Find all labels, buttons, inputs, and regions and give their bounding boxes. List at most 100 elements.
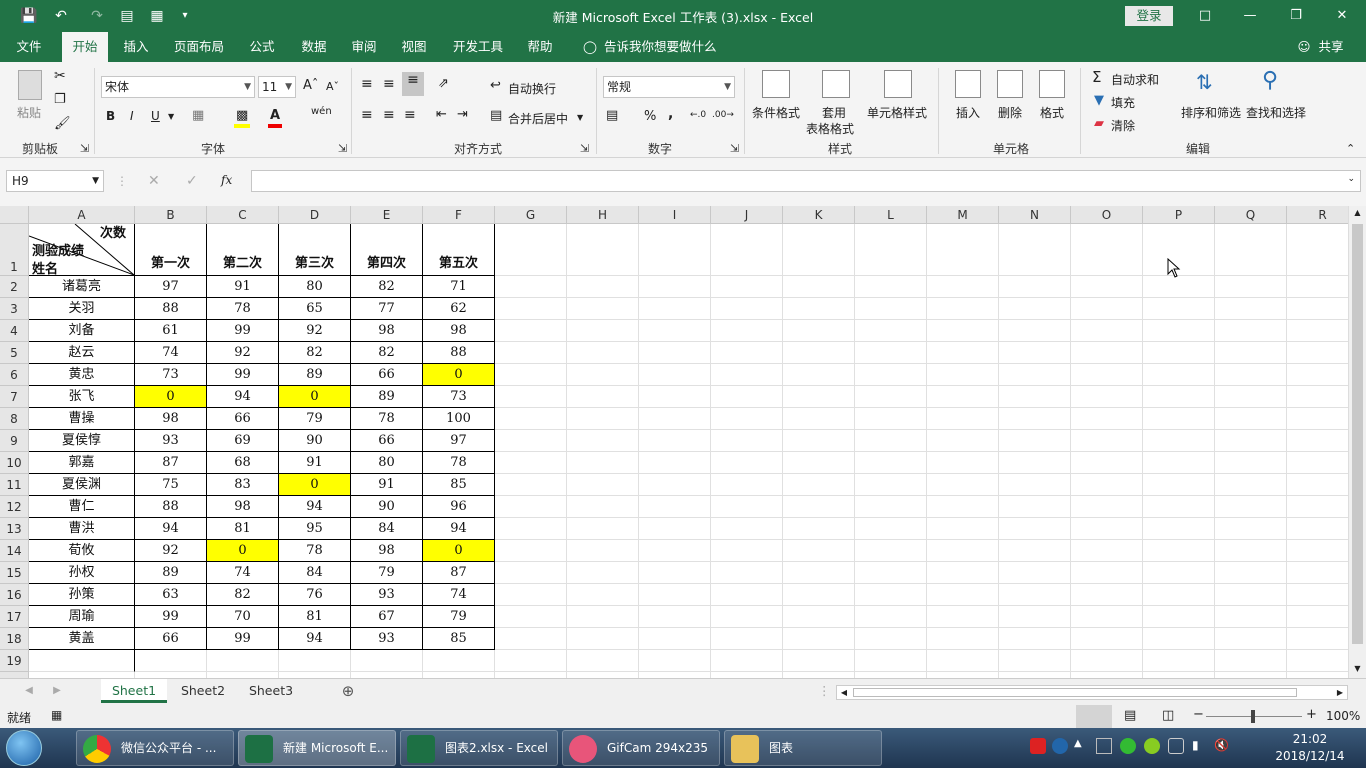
grid-cell[interactable] bbox=[639, 408, 711, 430]
grid-cell[interactable] bbox=[567, 364, 639, 386]
grid-cell[interactable] bbox=[855, 320, 927, 342]
score-cell[interactable]: 92 bbox=[279, 320, 351, 342]
score-cell[interactable]: 76 bbox=[279, 584, 351, 606]
monitor-tray-icon[interactable] bbox=[1096, 738, 1112, 754]
score-cell[interactable]: 78 bbox=[207, 298, 279, 320]
vertical-scrollbar[interactable]: ▲ ▼ bbox=[1348, 206, 1366, 678]
grid-cell[interactable] bbox=[999, 224, 1071, 276]
grid-cell[interactable] bbox=[855, 584, 927, 606]
share-button[interactable]: 共享 bbox=[1314, 32, 1348, 62]
conditional-format-button[interactable]: 条件格式 bbox=[752, 104, 800, 121]
grid-cell[interactable] bbox=[1143, 276, 1215, 298]
score-cell[interactable]: 66 bbox=[207, 408, 279, 430]
grid-cell[interactable] bbox=[927, 224, 999, 276]
score-cell[interactable]: 68 bbox=[207, 452, 279, 474]
score-cell[interactable]: 80 bbox=[351, 452, 423, 474]
grid-cell[interactable] bbox=[1215, 342, 1287, 364]
font-color-icon[interactable]: A bbox=[270, 108, 280, 123]
grid-cell[interactable] bbox=[927, 496, 999, 518]
grid-cell[interactable] bbox=[1071, 298, 1143, 320]
grid-cell[interactable] bbox=[711, 540, 783, 562]
score-cell[interactable]: 98 bbox=[351, 540, 423, 562]
grid-cell[interactable] bbox=[927, 408, 999, 430]
grid-cell[interactable] bbox=[567, 408, 639, 430]
scroll-left-icon[interactable]: ◀ bbox=[837, 686, 851, 699]
score-cell[interactable]: 74 bbox=[135, 342, 207, 364]
score-cell[interactable]: 92 bbox=[135, 540, 207, 562]
grid-cell[interactable] bbox=[1287, 452, 1348, 474]
worksheet-grid[interactable]: A B C D E F G H I J K L M N O P Q R 1 2 3 4 5 6 7 8 9 10 11 12 13 14 15 1… bbox=[0, 206, 1348, 678]
column-header[interactable]: E bbox=[351, 206, 423, 224]
score-cell[interactable]: 84 bbox=[279, 562, 351, 584]
score-cell[interactable]: 95 bbox=[279, 518, 351, 540]
italic-button[interactable]: I bbox=[130, 109, 134, 123]
row-header[interactable]: 13 bbox=[0, 518, 29, 540]
grow-font-icon[interactable]: Aˆ bbox=[303, 78, 318, 93]
score-cell[interactable]: 88 bbox=[135, 298, 207, 320]
align-top-icon[interactable]: ≡ bbox=[361, 76, 373, 92]
zoom-in-icon[interactable]: + bbox=[1306, 707, 1317, 722]
student-name[interactable]: 夏侯惇 bbox=[29, 430, 135, 452]
grid-cell[interactable] bbox=[927, 650, 999, 672]
grid-cell[interactable] bbox=[927, 276, 999, 298]
student-name[interactable]: 黄盖 bbox=[29, 628, 135, 650]
grid-cell[interactable] bbox=[855, 606, 927, 628]
score-cell[interactable]: 96 bbox=[423, 496, 495, 518]
grid-cell[interactable] bbox=[639, 276, 711, 298]
score-cell[interactable]: 99 bbox=[207, 320, 279, 342]
score-cell[interactable]: 63 bbox=[135, 584, 207, 606]
score-cell[interactable]: 88 bbox=[135, 496, 207, 518]
security-tray-icon[interactable] bbox=[1144, 738, 1160, 754]
scroll-thumb[interactable] bbox=[1352, 224, 1363, 644]
grid-cell[interactable] bbox=[927, 320, 999, 342]
grid-cell[interactable] bbox=[927, 298, 999, 320]
usb-tray-icon[interactable] bbox=[1168, 738, 1184, 754]
score-cell[interactable]: 0 bbox=[279, 386, 351, 408]
ribbon-display-icon[interactable]: □ bbox=[1190, 4, 1220, 28]
grid-cell[interactable] bbox=[999, 540, 1071, 562]
grid-cell[interactable] bbox=[639, 496, 711, 518]
percent-button[interactable]: % bbox=[644, 109, 656, 124]
score-cell[interactable]: 82 bbox=[279, 342, 351, 364]
grid-cell[interactable] bbox=[783, 518, 855, 540]
grid-cell[interactable] bbox=[1143, 562, 1215, 584]
grid-cell[interactable] bbox=[567, 474, 639, 496]
row-header[interactable]: 8 bbox=[0, 408, 29, 430]
accounting-format-icon[interactable]: ▤ bbox=[606, 108, 618, 123]
grid-cell[interactable] bbox=[999, 298, 1071, 320]
grid-cell[interactable] bbox=[1215, 224, 1287, 276]
student-name[interactable]: 黄忠 bbox=[29, 364, 135, 386]
grid-cell[interactable] bbox=[783, 430, 855, 452]
grid-cell[interactable] bbox=[1215, 452, 1287, 474]
score-cell[interactable]: 89 bbox=[279, 364, 351, 386]
grid-cell[interactable] bbox=[855, 496, 927, 518]
alignment-launcher-icon[interactable]: ⇲ bbox=[580, 142, 589, 155]
attempt-header[interactable]: 第五次 bbox=[423, 224, 495, 276]
grid-cell[interactable] bbox=[855, 364, 927, 386]
grid-cell[interactable] bbox=[711, 224, 783, 276]
grid-cell[interactable] bbox=[1215, 320, 1287, 342]
grid-cell[interactable] bbox=[927, 540, 999, 562]
eraser-icon[interactable]: ▰ bbox=[1094, 116, 1104, 131]
grid-cell[interactable] bbox=[1071, 496, 1143, 518]
student-name[interactable]: 张飞 bbox=[29, 386, 135, 408]
grid-cell[interactable] bbox=[999, 408, 1071, 430]
grid-cell[interactable] bbox=[1215, 408, 1287, 430]
grid-cell[interactable] bbox=[351, 650, 423, 672]
score-cell[interactable]: 82 bbox=[351, 342, 423, 364]
grid-cell[interactable] bbox=[1143, 364, 1215, 386]
underline-button[interactable]: U bbox=[151, 109, 160, 123]
grid-cell[interactable] bbox=[855, 540, 927, 562]
grid-cell[interactable] bbox=[1143, 386, 1215, 408]
score-cell[interactable]: 73 bbox=[423, 386, 495, 408]
score-cell[interactable]: 81 bbox=[279, 606, 351, 628]
grid-cell[interactable] bbox=[927, 452, 999, 474]
grid-cell[interactable] bbox=[639, 430, 711, 452]
score-cell[interactable]: 90 bbox=[351, 496, 423, 518]
score-cell[interactable]: 89 bbox=[135, 562, 207, 584]
font-launcher-icon[interactable]: ⇲ bbox=[338, 142, 347, 155]
grid-cell[interactable] bbox=[783, 628, 855, 650]
score-cell[interactable]: 90 bbox=[279, 430, 351, 452]
grid-cell[interactable] bbox=[1071, 386, 1143, 408]
student-name[interactable]: 孙策 bbox=[29, 584, 135, 606]
